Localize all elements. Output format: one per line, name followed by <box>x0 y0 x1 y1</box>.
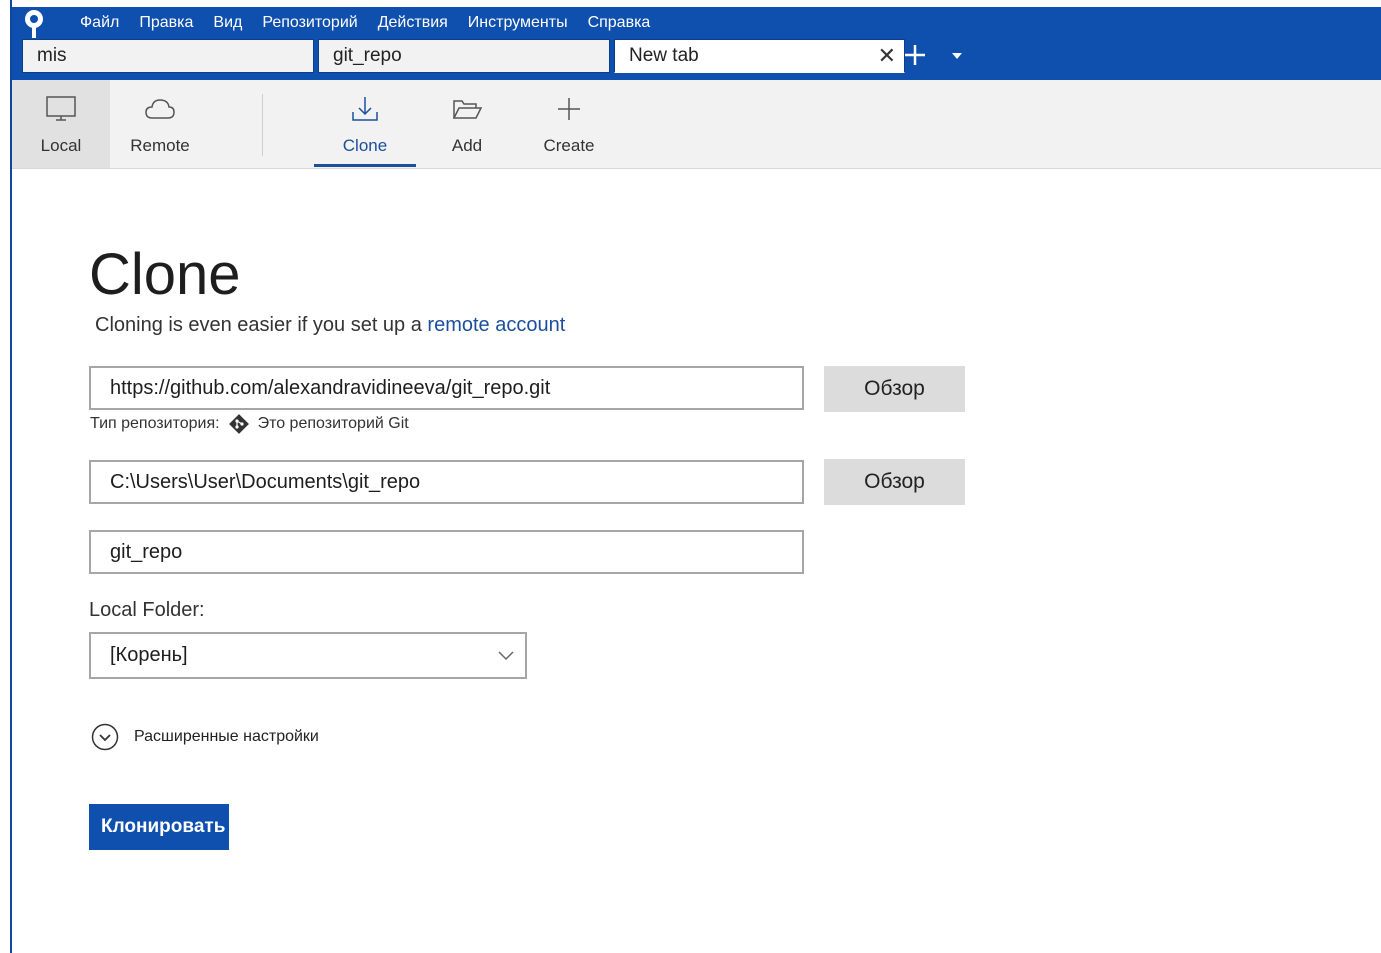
browse-destination-button[interactable]: Обзор <box>824 459 965 505</box>
create-button[interactable]: Create <box>519 80 619 168</box>
menu-tools[interactable]: Инструменты <box>458 11 578 35</box>
subtitle-text: Cloning is even easier if you set up a <box>95 314 428 336</box>
toolbar: Local Remote Clone Add Create <box>12 80 1381 169</box>
menu-help[interactable]: Справка <box>578 11 661 35</box>
cloud-icon <box>145 99 175 119</box>
menu-bar: Файл Правка Вид Репозиторий Действия Инс… <box>70 11 660 35</box>
menu-actions[interactable]: Действия <box>368 11 458 35</box>
top-strip <box>0 0 1381 7</box>
clone-tab-button[interactable]: Clone <box>315 80 415 168</box>
remote-button[interactable]: Remote <box>110 80 210 168</box>
tab-new-tab[interactable]: New tab ✕ <box>614 39 905 73</box>
create-label: Create <box>543 136 595 155</box>
add-label: Add <box>451 136 483 155</box>
remote-account-link[interactable]: remote account <box>427 314 565 336</box>
local-folder-value: [Корень] <box>110 644 188 666</box>
monitor-icon <box>46 96 76 121</box>
local-button[interactable]: Local <box>12 80 110 168</box>
download-icon <box>352 97 378 121</box>
tab-label: git_repo <box>333 45 402 66</box>
sourcetree-logo-icon <box>25 10 43 38</box>
advanced-settings-toggle[interactable]: Расширенные настройки <box>90 722 319 752</box>
local-folder-select[interactable]: [Корень] <box>89 632 527 679</box>
destination-path-input[interactable] <box>89 460 804 504</box>
local-label: Local <box>40 136 82 155</box>
page-title: Clone <box>89 242 241 307</box>
tab-label: mis <box>37 45 67 66</box>
menu-view[interactable]: Вид <box>203 11 252 35</box>
git-icon <box>228 414 249 434</box>
advanced-settings-label: Расширенные настройки <box>134 728 319 745</box>
chevron-down-icon <box>498 651 514 661</box>
menu-edit[interactable]: Правка <box>129 11 203 35</box>
plus-icon <box>558 98 580 120</box>
repo-name-input[interactable] <box>89 530 804 574</box>
add-tab-icon[interactable] <box>900 38 930 72</box>
tab-label: New tab <box>629 45 699 66</box>
repo-type-label: Тип репозитория: <box>90 415 220 432</box>
clone-submit-button[interactable]: Клонировать <box>89 804 229 850</box>
toolbar-separator <box>262 94 263 156</box>
add-button[interactable]: Add <box>417 80 517 168</box>
tab-git-repo[interactable]: git_repo <box>318 39 610 73</box>
tab-dropdown-icon[interactable] <box>946 38 968 72</box>
clone-tab-label: Clone <box>342 136 388 155</box>
expand-circle-icon <box>91 723 119 751</box>
source-url-input[interactable] <box>89 366 804 410</box>
menu-repository[interactable]: Репозиторий <box>252 11 367 35</box>
local-folder-label: Local Folder: <box>89 599 205 621</box>
close-tab-icon[interactable]: ✕ <box>878 40 896 72</box>
selected-tab-underline <box>314 164 416 167</box>
subtitle: Cloning is even easier if you set up a r… <box>95 314 565 337</box>
repo-type-value: Это репозиторий Git <box>257 415 409 432</box>
tab-mis[interactable]: mis <box>22 39 314 73</box>
folder-open-icon <box>452 100 483 119</box>
browse-source-button[interactable]: Обзор <box>824 366 965 412</box>
repo-type-info: Тип репозитория: Это репозиторий Git <box>90 413 409 435</box>
menu-file[interactable]: Файл <box>70 11 129 35</box>
remote-label: Remote <box>130 136 190 155</box>
